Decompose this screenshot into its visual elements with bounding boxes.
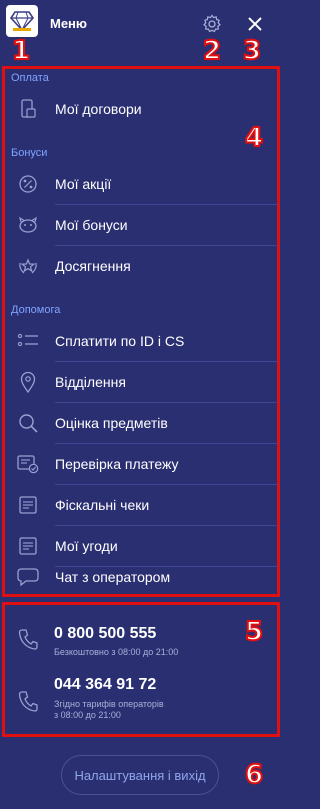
annotation-marker-6: 6 (244, 760, 264, 790)
close-icon (248, 17, 262, 31)
section-title-bonuses: Бонуси (11, 147, 48, 159)
document-icon (17, 535, 39, 557)
menu-item-label: Перевірка платежу (55, 456, 179, 472)
gear-icon (203, 14, 221, 33)
menu-item-pay-by-id[interactable]: Сплатити по ID і CS (5, 321, 278, 361)
annotation-marker-1: 1 (11, 36, 31, 66)
menu-item-label: Відділення (55, 374, 126, 390)
piggy-bank-icon (17, 214, 39, 236)
phone-document-icon (17, 98, 39, 120)
menu-item-appraisal[interactable]: Оцінка предметів (5, 403, 278, 443)
menu-item-label: Сплатити по ID і CS (55, 333, 185, 349)
settings-button[interactable] (200, 12, 224, 36)
menu-item-label: Досягнення (55, 258, 131, 274)
menu-item-branches[interactable]: Відділення (5, 362, 278, 402)
search-icon (17, 412, 39, 434)
menu-item-label: Мої угоди (55, 538, 118, 554)
menu-item-promotions[interactable]: Мої акції (5, 164, 278, 204)
document-icon (17, 494, 39, 516)
section-title-payment: Оплата (11, 72, 49, 84)
list-icon (17, 330, 39, 352)
percent-badge-icon (17, 173, 39, 195)
settings-and-exit-button[interactable]: Налаштування і вихід (61, 755, 219, 795)
map-pin-icon (17, 371, 39, 393)
hotline-phone-link[interactable]: 0 800 500 555 (54, 625, 156, 643)
annotation-marker-2: 2 (202, 36, 222, 66)
hotline-note: Безкоштовно з 08:00 до 21:00 (54, 647, 179, 657)
menu-item-label: Оцінка предметів (55, 415, 168, 431)
menu-item-achievements[interactable]: Досягнення (5, 246, 278, 286)
menu-list: 4 Оплата Мої договори Бонуси Мої акції М… (2, 66, 280, 597)
close-button[interactable] (243, 12, 267, 36)
annotation-marker-5: 5 (244, 617, 264, 647)
city-phone-note-line2: з 08:00 до 21:00 (54, 710, 121, 720)
menu-item-my-bonuses[interactable]: Мої бонуси (5, 205, 278, 245)
menu-item-label: Мої бонуси (55, 217, 128, 233)
chat-bubble-icon (17, 566, 39, 588)
menu-item-payment-check[interactable]: Перевірка платежу (5, 444, 278, 484)
city-phone-note-line1: Згідно тарифів операторів (54, 699, 164, 709)
menu-item-label: Чат з оператором (55, 569, 171, 585)
page-title: Меню (50, 16, 88, 31)
menu-item-label: Фіскальні чеки (55, 497, 150, 513)
contacts-panel: 5 0 800 500 555 Безкоштовно з 08:00 до 2… (2, 602, 280, 737)
laurel-star-icon (17, 255, 39, 277)
logo[interactable] (6, 5, 38, 37)
phone-icon (18, 690, 38, 712)
menu-item-label: Мої договори (55, 101, 142, 117)
annotation-marker-3: 3 (242, 36, 262, 66)
menu-item-operator-chat[interactable]: Чат з оператором (5, 557, 278, 597)
menu-item-fiscal-receipts[interactable]: Фіскальні чеки (5, 485, 278, 525)
section-title-help: Допомога (11, 304, 61, 316)
city-phone-link[interactable]: 044 364 91 72 (54, 676, 156, 694)
receipt-check-icon (17, 453, 39, 475)
menu-item-contracts[interactable]: Мої договори (5, 89, 278, 129)
diamond-icon (10, 11, 34, 32)
menu-item-label: Мої акції (55, 176, 112, 192)
phone-icon (18, 628, 38, 650)
header: Меню (0, 0, 282, 64)
